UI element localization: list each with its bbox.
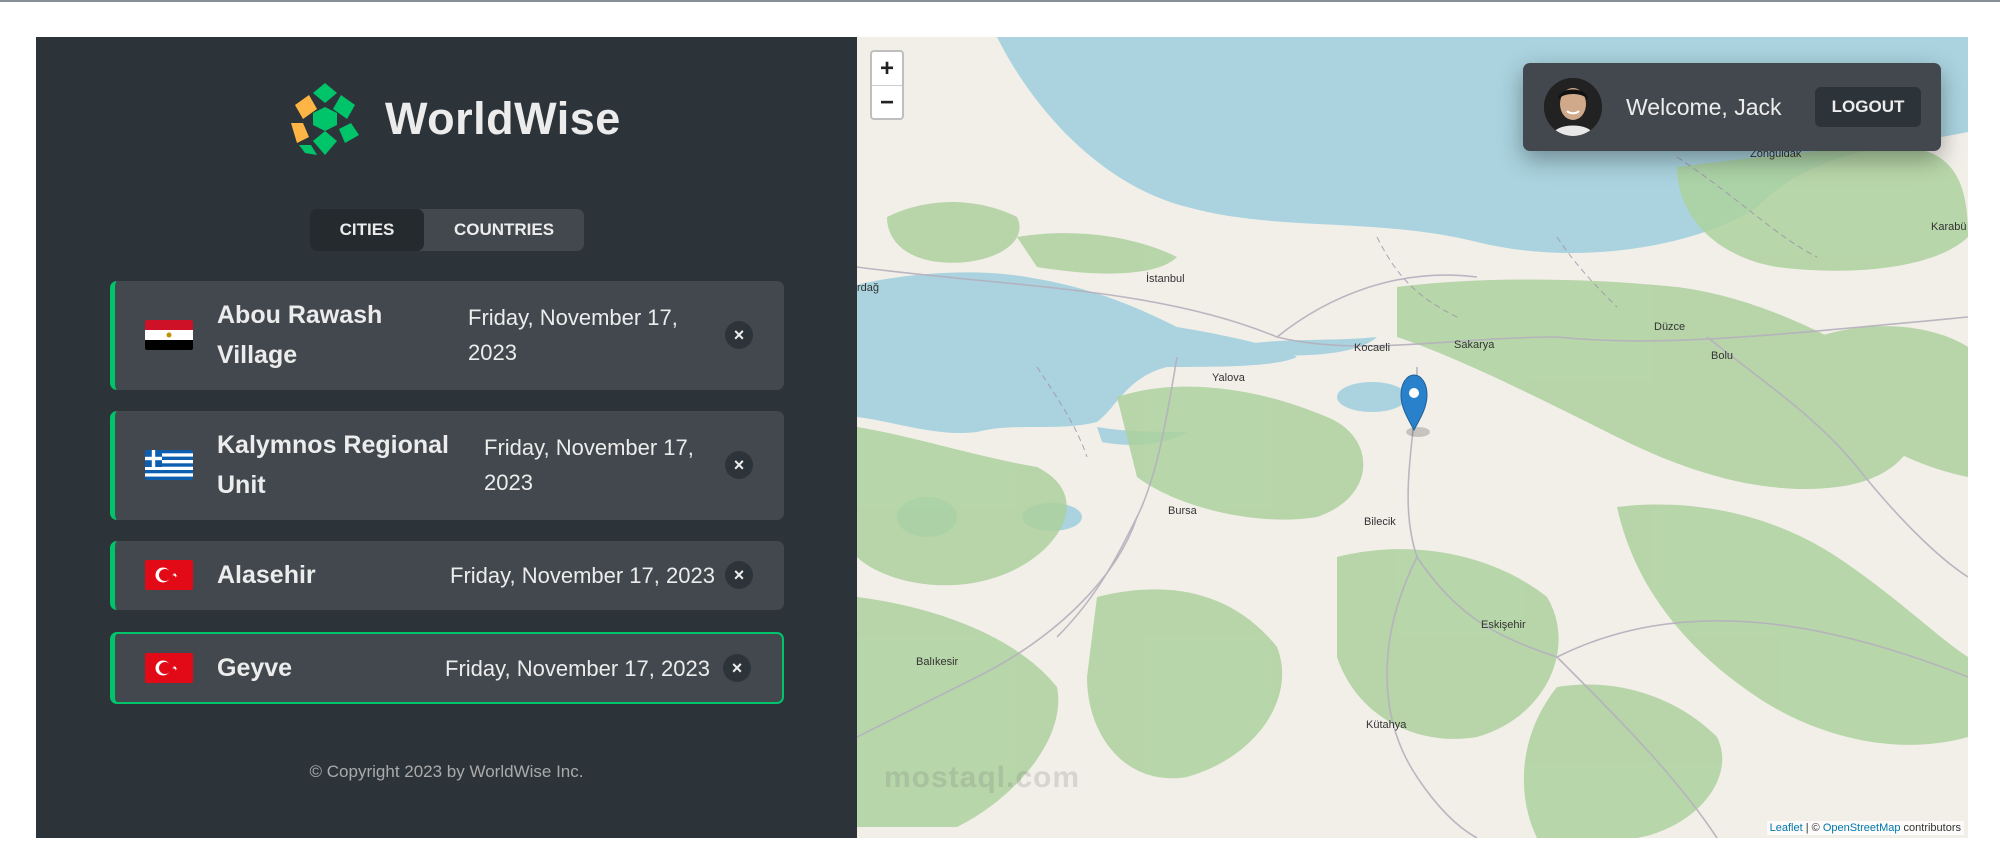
map-label-eskisehir: Eskişehir bbox=[1481, 619, 1526, 631]
turkey-flag-icon bbox=[145, 560, 193, 590]
city-name: Alasehir bbox=[217, 561, 316, 589]
egypt-flag-icon bbox=[145, 320, 193, 350]
city-date: Friday, November 17, 2023 bbox=[468, 305, 678, 365]
zoom-out-button[interactable]: − bbox=[872, 86, 902, 119]
map-label-bilecik: Bilecik bbox=[1364, 516, 1396, 528]
turkey-flag-icon bbox=[145, 653, 193, 683]
map[interactable]: İstanbul Kocaeli Sakarya Düzce Bolu Yalo… bbox=[857, 37, 1968, 838]
city-name: Kalymnos Regional Unit bbox=[217, 431, 449, 499]
logo[interactable]: WorldWise bbox=[285, 79, 621, 159]
delete-city-button[interactable]: × bbox=[725, 321, 753, 349]
welcome-text: Welcome, Jack bbox=[1626, 93, 1782, 120]
map-label-karabuk: Karabü bbox=[1931, 221, 1967, 233]
delete-city-button[interactable]: × bbox=[725, 561, 753, 589]
map-label-sakarya: Sakarya bbox=[1454, 339, 1495, 351]
avatar bbox=[1544, 78, 1602, 136]
logout-button[interactable]: Logout bbox=[1815, 87, 1921, 127]
map-label-bolu: Bolu bbox=[1711, 350, 1734, 362]
city-date: Friday, November 17, 2023 bbox=[450, 563, 715, 588]
top-border bbox=[0, 0, 2000, 2]
user-card: Welcome, Jack Logout bbox=[1523, 63, 1941, 151]
tab-switcher: Cities Countries bbox=[310, 209, 584, 251]
tab-countries[interactable]: Countries bbox=[424, 209, 584, 251]
map-attribution: Leaflet | © OpenStreetMap contributors bbox=[1766, 821, 1964, 835]
globe-logo-icon bbox=[287, 81, 363, 157]
map-label-istanbul: İstanbul bbox=[1146, 273, 1185, 285]
city-item-kalymnos[interactable]: Kalymnos Regional Unit Friday, November 1… bbox=[110, 411, 784, 520]
map-label-tekirdag: rdağ bbox=[857, 282, 880, 294]
map-label-duzce: Düzce bbox=[1654, 321, 1686, 333]
city-item-abou-rawash[interactable]: Abou Rawash Village Friday, November 17, 2… bbox=[110, 281, 784, 390]
map-label-yalova: Yalova bbox=[1212, 372, 1245, 384]
zoom-control: + − bbox=[870, 50, 904, 120]
osm-link[interactable]: OpenStreetMap bbox=[1823, 822, 1901, 834]
footer-copyright: © Copyright 2023 by WorldWise Inc. bbox=[309, 762, 584, 781]
city-item-alasehir[interactable]: Alasehir Friday, November 17, 2023 × bbox=[110, 541, 784, 610]
leaflet-link[interactable]: Leaflet bbox=[1770, 822, 1803, 834]
sidebar: WorldWise Cities Countries Abou Rawash Vi… bbox=[36, 37, 857, 838]
city-name: Geyve bbox=[217, 654, 293, 682]
city-date: Friday, November 17, 2023 bbox=[445, 656, 710, 681]
city-name: Abou Rawash Village bbox=[217, 301, 383, 369]
map-label-kocaeli: Kocaeli bbox=[1354, 342, 1391, 354]
map-label-kutahya: Kütahya bbox=[1366, 719, 1407, 731]
delete-city-button[interactable]: × bbox=[723, 654, 751, 682]
zoom-in-button[interactable]: + bbox=[872, 52, 902, 86]
watermark: mostaql.com bbox=[884, 761, 1081, 794]
app-name: WorldWise bbox=[385, 93, 621, 144]
city-item-geyve[interactable]: Geyve Friday, November 17, 2023 × bbox=[110, 632, 784, 704]
map-label-bursa: Bursa bbox=[1168, 505, 1197, 517]
delete-city-button[interactable]: × bbox=[725, 451, 753, 479]
greece-flag-icon bbox=[145, 450, 193, 480]
city-date: Friday, November 17, 2023 bbox=[484, 435, 694, 495]
map-label-balikesir: Balıkesir bbox=[916, 656, 959, 668]
tab-cities[interactable]: Cities bbox=[310, 209, 424, 251]
